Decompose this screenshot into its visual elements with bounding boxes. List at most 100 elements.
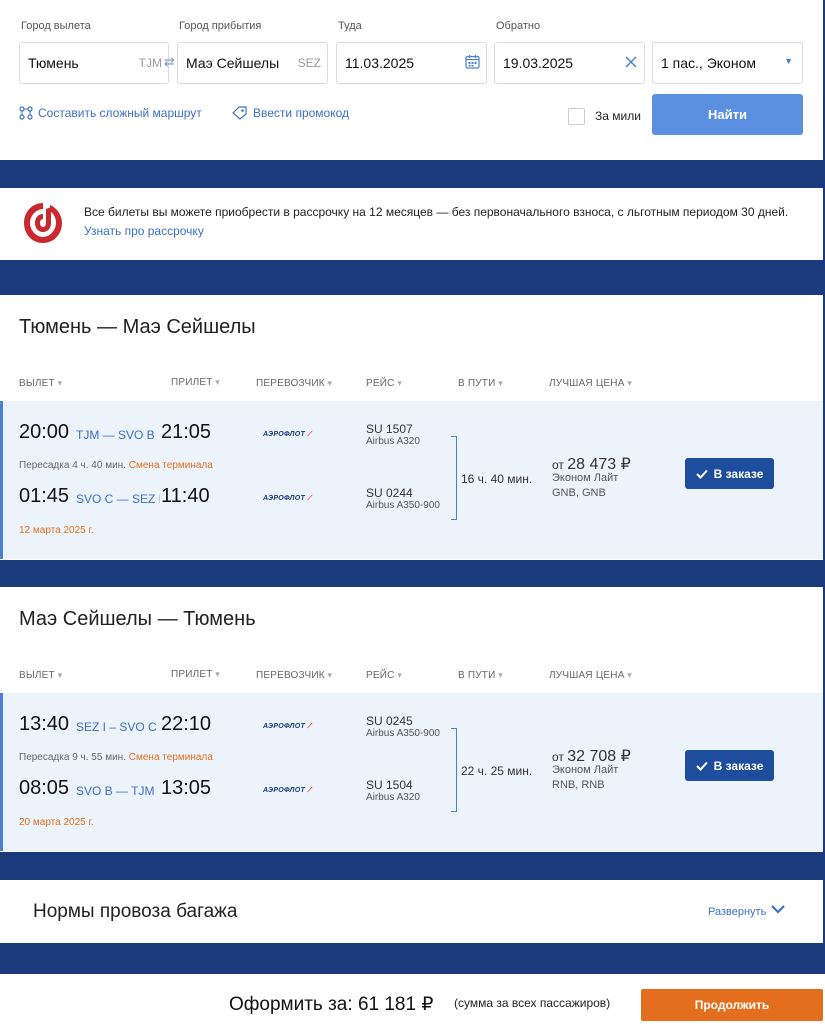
installment-banner: Все билеты вы можете приобрести в рассро… xyxy=(0,188,823,260)
expand-link[interactable]: Развернуть xyxy=(708,906,766,918)
seg2-dep-time: 01:45 xyxy=(19,485,70,507)
from-value: Тюмень xyxy=(28,55,79,71)
seg1-flight: SU 0245 xyxy=(366,714,413,728)
to-field[interactable]: Маэ Сейшелы SEZ xyxy=(177,42,328,84)
from-label: Город вылета xyxy=(21,20,91,32)
transfer-text: Пересадка 9 ч. 55 мин. xyxy=(19,752,126,763)
aeroflot-logo-text: АЭРОФЛОТ xyxy=(263,787,306,794)
return-date-field[interactable]: 19.03.2025 xyxy=(494,42,645,84)
seg1-dep-time: 20:00 xyxy=(19,421,70,443)
chevron-down-icon[interactable] xyxy=(770,902,786,920)
seg2-route: SVO B — TJM xyxy=(76,784,155,798)
seg2-aircraft: Airbus A320 xyxy=(366,792,420,803)
baggage-title: Нормы провоза багажа xyxy=(33,901,238,922)
aeroflot-logo: АЭРОФЛОТ ⟋ xyxy=(263,723,313,730)
fare-name: Эконом Лайт xyxy=(552,472,619,484)
flight-date: 12 марта 2025 г. xyxy=(19,525,94,536)
depart-label: Туда xyxy=(338,20,362,32)
promo-code-label: Ввести промокод xyxy=(253,106,350,120)
search-panel: Город вылета Тюмень TJM ⇄ Город прибытия… xyxy=(0,0,823,160)
seg2-flight: SU 1504 xyxy=(366,778,413,792)
find-button[interactable]: Найти xyxy=(652,94,803,135)
complex-route-label: Составить сложный маршрут xyxy=(38,106,202,120)
transfer-text: Пересадка 4 ч. 40 мин. xyxy=(19,460,126,471)
seg1-aircraft: Airbus A350-900 xyxy=(366,728,440,739)
installment-logo-icon xyxy=(22,201,64,250)
col-flight[interactable]: РЕЙС xyxy=(366,670,402,681)
check-icon xyxy=(695,761,708,771)
segment-bracket xyxy=(451,436,457,520)
to-value: Маэ Сейшелы xyxy=(186,55,280,71)
seg2-arr-time: 13:05 xyxy=(161,777,212,799)
col-carrier[interactable]: ПЕРЕВОЗЧИК xyxy=(256,378,332,389)
swap-icon[interactable]: ⇄ xyxy=(164,54,175,70)
seg2-aircraft: Airbus A350-900 xyxy=(366,500,440,511)
best-price: от 28 473 ₽ xyxy=(552,454,631,474)
chevron-down-icon: ▼ xyxy=(784,56,793,66)
col-arrive[interactable]: ПРИЛЕТ xyxy=(171,377,220,388)
depart-date-value: 11.03.2025 xyxy=(345,55,415,71)
passengers-select[interactable]: 1 пас., Эконом ▼ xyxy=(652,42,803,84)
depart-date-field[interactable]: 11.03.2025 xyxy=(336,42,487,84)
in-order-label: В заказе xyxy=(713,758,764,773)
aeroflot-logo-text: АЭРОФЛОТ xyxy=(263,723,306,730)
seg1-route: TJM — SVO B xyxy=(76,428,155,442)
in-order-label: В заказе xyxy=(713,466,764,481)
aeroflot-logo-text: АЭРОФЛОТ xyxy=(263,495,306,502)
clear-icon[interactable] xyxy=(624,55,638,72)
transfer-info: Пересадка 4 ч. 40 мин. Смена терминала xyxy=(19,460,213,471)
fare-codes: RNB, RNB xyxy=(552,779,605,791)
price-prefix: от xyxy=(552,458,564,472)
col-best-price[interactable]: ЛУЧШАЯ ЦЕНА xyxy=(549,378,632,389)
total-duration: 22 ч. 25 мин. xyxy=(461,764,533,778)
total-duration: 16 ч. 40 мин. xyxy=(461,472,533,486)
outbound-section: Тюмень — Маэ Сейшелы ВЫЛЕТ ПРИЛЕТ ПЕРЕВО… xyxy=(0,295,823,560)
price-prefix: от xyxy=(552,750,564,764)
continue-button[interactable]: Продолжить xyxy=(641,989,823,1021)
aeroflot-logo-text: АЭРОФЛОТ xyxy=(263,431,306,438)
complex-route-link[interactable]: Составить сложный маршрут xyxy=(19,106,202,120)
col-best-price[interactable]: ЛУЧШАЯ ЦЕНА xyxy=(549,670,632,681)
seg2-flight: SU 0244 xyxy=(366,486,413,500)
seg2-route: SVO C — SEZ I xyxy=(76,492,160,506)
seg1-arr-time: 22:10 xyxy=(161,713,212,735)
col-duration[interactable]: В ПУТИ xyxy=(458,378,503,389)
seg1-flight: SU 1507 xyxy=(366,422,413,436)
terminal-change: Смена терминала xyxy=(128,752,213,763)
checkout-bar: Оформить за: 61 181 ₽ (сумма за всех пас… xyxy=(0,974,825,1024)
calendar-icon[interactable] xyxy=(465,54,480,72)
in-order-button[interactable]: В заказе xyxy=(685,458,774,489)
seg2-dep-time: 08:05 xyxy=(19,777,70,799)
aeroflot-logo: АЭРОФЛОТ ⟋ xyxy=(263,495,313,502)
inbound-flight-row[interactable]: 13:40 SEZ I – SVO C 22:10 АЭРОФЛОТ ⟋ SU … xyxy=(0,693,823,851)
baggage-section[interactable]: Нормы провоза багажа Развернуть xyxy=(0,880,823,943)
tag-icon xyxy=(232,106,247,120)
col-flight[interactable]: РЕЙС xyxy=(366,378,402,389)
col-arrive[interactable]: ПРИЛЕТ xyxy=(171,669,220,680)
from-code: TJM xyxy=(138,56,162,70)
checkout-amount: 61 181 ₽ xyxy=(357,994,434,1015)
checkout-total: Оформить за: 61 181 ₽ xyxy=(229,993,433,1016)
outbound-flight-row[interactable]: 20:00 TJM — SVO B 21:05 АЭРОФЛОТ ⟋ SU 15… xyxy=(0,401,823,559)
checkout-note: (сумма за всех пассажиров) xyxy=(454,996,611,1010)
price-value: 32 708 ₽ xyxy=(567,748,631,765)
terminal-change: Смена терминала xyxy=(128,460,213,471)
in-order-button[interactable]: В заказе xyxy=(685,750,774,781)
col-carrier[interactable]: ПЕРЕВОЗЧИК xyxy=(256,670,332,681)
installment-link[interactable]: Узнать про рассрочку xyxy=(84,224,204,238)
fare-codes: GNB, GNB xyxy=(552,487,606,499)
transfer-info: Пересадка 9 ч. 55 мин. Смена терминала xyxy=(19,752,213,763)
from-field[interactable]: Тюмень TJM xyxy=(19,42,169,84)
miles-label: За мили xyxy=(595,109,641,123)
return-label: Обратно xyxy=(496,20,541,32)
col-duration[interactable]: В ПУТИ xyxy=(458,670,503,681)
seg1-aircraft: Airbus A320 xyxy=(366,436,420,447)
col-depart[interactable]: ВЫЛЕТ xyxy=(19,670,62,681)
col-depart[interactable]: ВЫЛЕТ xyxy=(19,378,62,389)
seg1-route: SEZ I – SVO C xyxy=(76,720,157,734)
miles-checkbox[interactable] xyxy=(568,108,585,125)
seg2-arr-time: 11:40 xyxy=(161,485,210,507)
promo-code-link[interactable]: Ввести промокод xyxy=(232,106,349,120)
flight-date: 20 марта 2025 г. xyxy=(19,817,94,828)
passengers-value: 1 пас., Эконом xyxy=(661,55,756,71)
